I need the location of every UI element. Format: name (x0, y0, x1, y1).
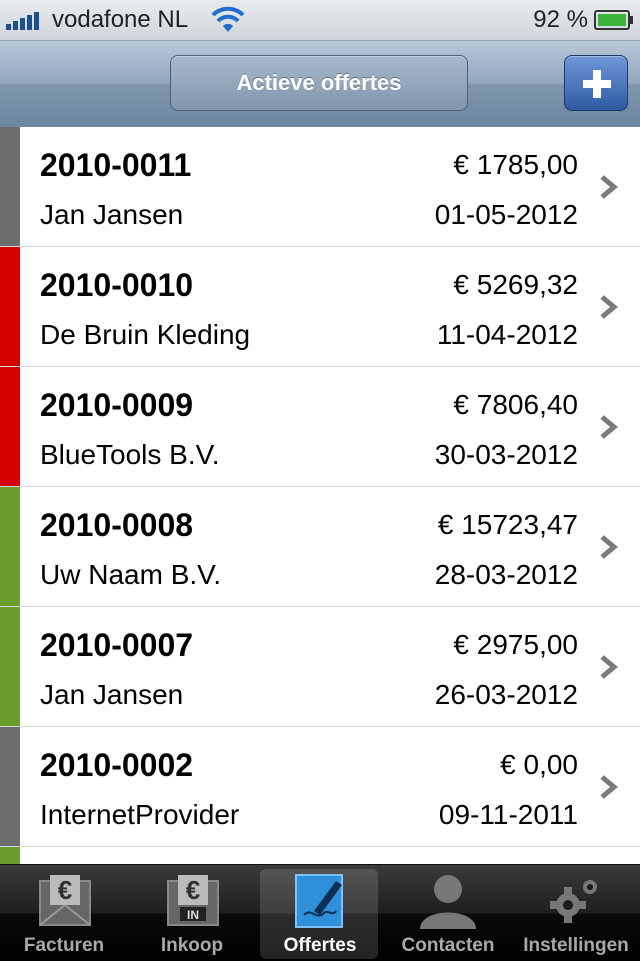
tab-label: Contacten (401, 935, 495, 956)
status-stripe (0, 487, 20, 606)
offer-row[interactable] (0, 847, 640, 865)
status-stripe (0, 127, 20, 246)
client-name: Jan Jansen (40, 679, 184, 710)
offer-row[interactable]: 2010-0009 BlueTools B.V. € 7806,40 30-03-20… (0, 367, 640, 487)
offer-number: 2010-0007 (40, 627, 194, 663)
offer-amount: € 2975,00 (453, 629, 578, 660)
offer-amount: € 7806,40 (453, 389, 578, 420)
person-icon (420, 875, 476, 929)
client-name: InternetProvider (40, 799, 240, 830)
battery-percentage: 92 % (533, 6, 588, 33)
status-stripe (0, 847, 20, 865)
gears-icon (550, 880, 597, 923)
offer-date: 01-05-2012 (434, 199, 578, 230)
inkoop-badge: IN (187, 908, 199, 922)
offer-date: 11-04-2012 (436, 319, 578, 350)
tab-label: Inkoop (160, 935, 224, 956)
tab-offertes[interactable]: Offertes (256, 865, 384, 961)
offer-date: 09-11-2011 (438, 799, 578, 830)
tab-label: Instellingen (523, 935, 629, 956)
offer-amount: € 15723,47 (437, 509, 578, 540)
tab-label: Facturen (23, 935, 105, 956)
quote-pen-icon (295, 874, 343, 928)
signal-strength-icon (6, 10, 46, 30)
svg-text:€: € (186, 875, 200, 905)
chevron-right-icon (600, 775, 618, 799)
tab-label: Offertes (283, 935, 357, 956)
offer-list: 2010-0011 Jan Jansen € 1785,00 01-05-2012 20… (0, 127, 640, 865)
offer-amount: € 5269,32 (453, 269, 578, 300)
offer-amount: € 0,00 (500, 749, 578, 780)
carrier-name: vodafone NL (52, 6, 189, 33)
status-stripe (0, 727, 20, 846)
client-name: De Bruin Kleding (40, 319, 251, 350)
tab-facturen[interactable]: € Facturen (0, 865, 128, 961)
tab-contacten[interactable]: Contacten (384, 865, 512, 961)
offer-date: 30-03-2012 (434, 439, 578, 470)
tab-inkoop[interactable]: € IN Inkoop (128, 865, 256, 961)
offer-number: 2010-0002 (40, 747, 194, 783)
offer-row[interactable]: 2010-0011 Jan Jansen € 1785,00 01-05-2012 (0, 127, 640, 247)
status-stripe (0, 607, 20, 726)
active-offers-title-button[interactable]: Actieve offertes (170, 55, 468, 111)
navigation-bar: Actieve offertes (0, 41, 640, 128)
invoice-envelope-icon: € (39, 875, 91, 926)
plus-icon (583, 70, 611, 98)
offer-row[interactable]: 2010-0010 De Bruin Kleding € 5269,32 11-04-… (0, 247, 640, 367)
status-stripe (0, 367, 20, 486)
tab-bar: € Facturen € IN Inkoop Offertes Contacte… (0, 864, 640, 961)
offer-amount: € 1785,00 (453, 149, 578, 180)
offer-number: 2010-0008 (40, 507, 194, 543)
offer-row[interactable]: 2010-0007 Jan Jansen € 2975,00 26-03-2012 (0, 607, 640, 727)
chevron-right-icon (600, 415, 618, 439)
svg-text:€: € (58, 875, 72, 905)
chevron-right-icon (600, 655, 618, 679)
offer-row[interactable]: 2010-0002 InternetProvider € 0,00 09-11-201… (0, 727, 640, 847)
status-stripe (0, 247, 20, 366)
add-offer-button[interactable] (564, 55, 628, 111)
status-bar: vodafone NL 92 % (0, 0, 640, 41)
offer-date: 26-03-2012 (434, 679, 578, 710)
offer-number: 2010-0011 (40, 147, 192, 183)
client-name: Jan Jansen (40, 199, 184, 230)
client-name: Uw Naam B.V. (40, 559, 222, 590)
offer-row[interactable]: 2010-0008 Uw Naam B.V. € 15723,47 28-03-201… (0, 487, 640, 607)
offer-number: 2010-0009 (40, 387, 194, 423)
chevron-right-icon (600, 175, 618, 199)
chevron-right-icon (600, 295, 618, 319)
client-name: BlueTools B.V. (40, 439, 220, 470)
wifi-icon (211, 6, 245, 32)
battery-icon (594, 10, 633, 30)
chevron-right-icon (600, 535, 618, 559)
purchase-envelope-icon: € IN (167, 875, 219, 926)
tab-instellingen[interactable]: Instellingen (512, 865, 640, 961)
offer-date: 28-03-2012 (434, 559, 578, 590)
offer-number: 2010-0010 (40, 267, 194, 303)
